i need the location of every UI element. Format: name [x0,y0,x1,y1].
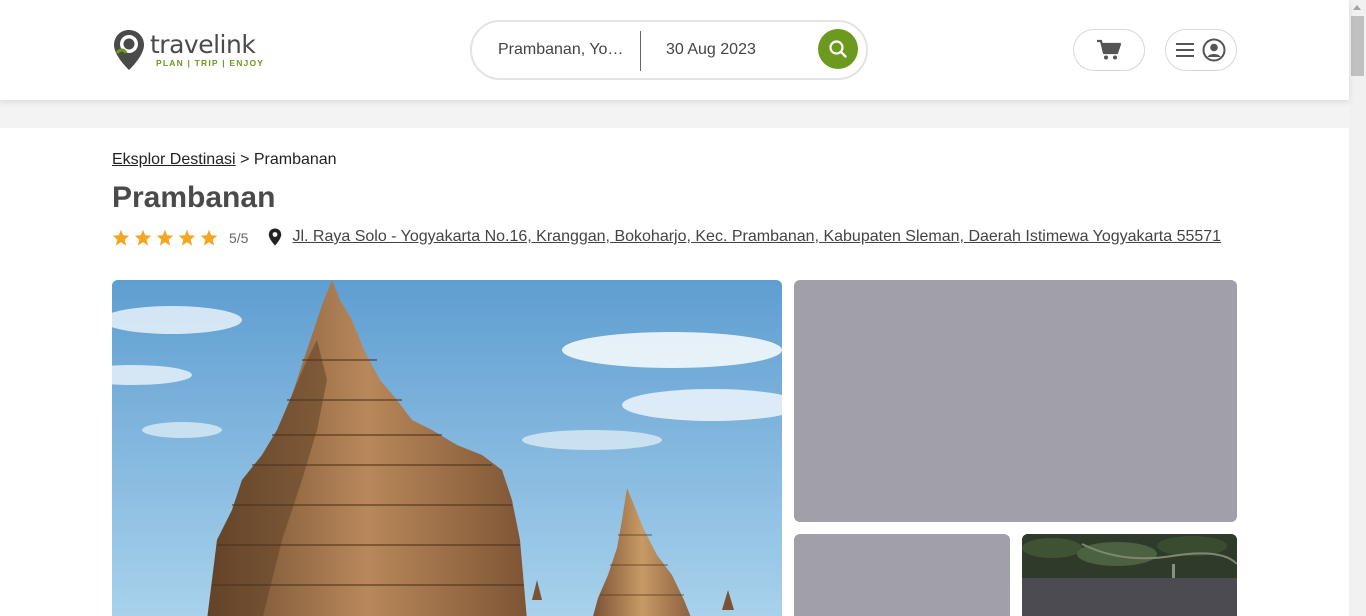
search-button[interactable] [818,29,858,69]
header-spacer-band [0,100,1349,128]
main-photo-prambanan[interactable] [112,280,782,616]
search-icon [829,40,847,58]
destination-meta: 5/5 Jl. Raya Solo - Yogyakarta No.16, Kr… [112,226,1221,248]
breadcrumb: Eksplor Destinasi > Prambanan [112,151,337,169]
cart-button[interactable] [1073,29,1145,71]
aerial-park-photo [1022,534,1237,616]
star-icon [156,229,174,246]
address-link[interactable]: Jl. Raya Solo - Yogyakarta No.16, Krangg… [292,228,1221,246]
map-pin-logo-icon [114,30,144,70]
page-title: Prambanan [112,181,276,214]
cart-icon [1097,39,1122,60]
rating-value: 5/5 [229,230,249,246]
scroll-thumb[interactable] [1351,16,1364,76]
search-bar: Prambanan, Yogyakarta 30 Aug 2023 [470,20,868,80]
star-icon [178,229,196,246]
brand-name: travelink [150,30,256,59]
user-circle-icon [1202,38,1226,62]
breadcrumb-eksplor-destinasi[interactable]: Eksplor Destinasi [112,151,236,168]
gallery-photo-3[interactable] [794,534,1010,616]
destination-input[interactable]: Prambanan, Yogyakarta [498,41,628,59]
travelink-logo[interactable]: travelink PLAN | TRIP | ENJOY [112,29,264,71]
account-menu-button[interactable] [1165,29,1237,71]
star-icon [112,229,130,246]
date-input[interactable]: 30 Aug 2023 [666,41,756,59]
breadcrumb-separator: > [240,151,250,168]
brand-tagline: PLAN | TRIP | ENJOY [156,58,265,68]
scroll-up-arrow-icon[interactable] [1353,5,1361,10]
page-scrollbar[interactable] [1349,0,1366,616]
prambanan-temple-photo [112,280,782,616]
gallery-photo-2[interactable] [794,280,1237,522]
rating-stars [112,229,218,246]
gallery-photo-4[interactable] [1022,534,1237,616]
star-icon [134,229,152,246]
breadcrumb-current: Prambanan [253,151,337,168]
site-header: travelink PLAN | TRIP | ENJOY Prambanan,… [0,0,1349,100]
location-pin-icon [269,228,282,246]
search-divider [640,31,641,71]
star-icon [200,229,218,246]
hamburger-icon [1176,43,1194,57]
